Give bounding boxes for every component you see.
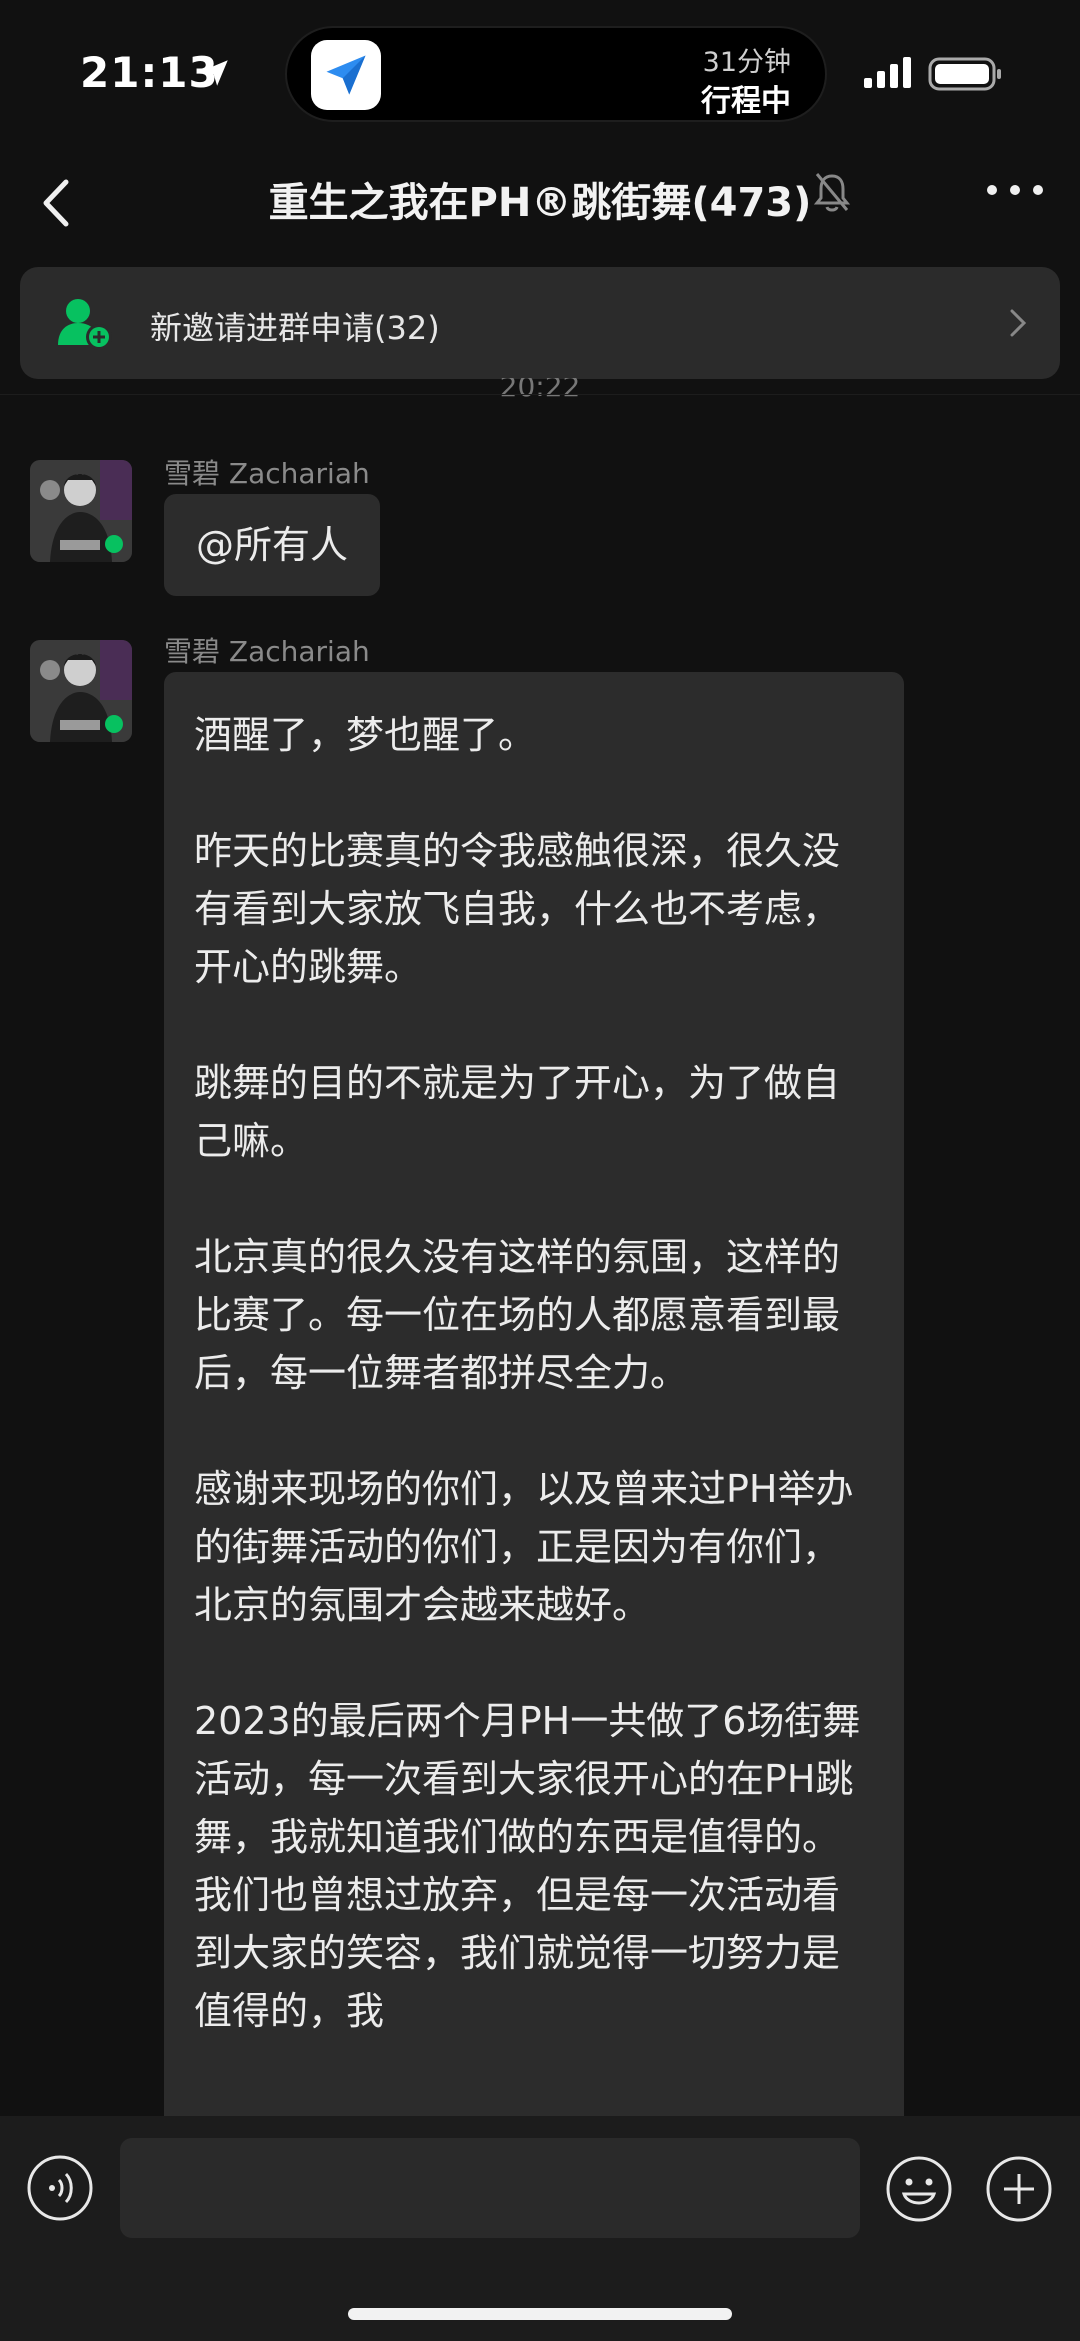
avatar[interactable]: [30, 640, 132, 742]
avatar-image: [30, 640, 132, 742]
home-indicator[interactable]: [348, 2308, 732, 2320]
page-title: 重生之我在PH®跳街舞(473): [268, 180, 812, 226]
status-bar: 21:13 31分钟 行程中: [0, 0, 1080, 150]
message-paragraph: 酒醒了，梦也醒了。: [194, 713, 537, 757]
message-input[interactable]: [120, 2138, 860, 2238]
add-member-icon: [58, 299, 112, 350]
emoji-icon[interactable]: [884, 2154, 954, 2224]
message-paragraph: 昨天的比赛真的令我感触很深，很久没有看到大家放飞自我，什么也不考虑，开心的跳舞。: [194, 829, 841, 989]
trip-duration: 31分钟: [702, 47, 791, 78]
message-paragraph: 2023的最后两个月PH一共做了6场街舞活动，每一次看到大家很开心的在PH跳舞，…: [194, 1699, 861, 2033]
group-invite-banner[interactable]: 新邀请进群申请(32): [20, 267, 1060, 379]
sender-name: 雪碧 Zachariah: [164, 457, 370, 490]
trip-status: 行程中: [701, 84, 791, 119]
message-paragraph: 北京真的很久没有这样的氛围，这样的比赛了。每一位在场的人都愿意看到最后，每一位舞…: [194, 1235, 841, 1395]
message-paragraph: 感谢来现场的你们，以及曾来过PH举办的街舞活动的你们，正是因为有你们，北京的氛围…: [194, 1467, 854, 1627]
message-timestamp: 20:22: [499, 378, 581, 403]
invite-request-text: 新邀请进群申请(32): [150, 309, 440, 347]
location-arrow-icon: [202, 60, 228, 86]
mute-bell-icon: [813, 173, 851, 212]
chevron-right-icon: [1010, 309, 1027, 337]
divider: [0, 394, 1080, 395]
message-bubble[interactable]: @所有人: [164, 494, 381, 596]
dynamic-island[interactable]: 31分钟 行程中: [285, 26, 827, 122]
battery-icon: [928, 57, 1001, 91]
more-functions-icon[interactable]: [984, 2154, 1054, 2224]
message-bubble[interactable]: 酒醒了，梦也醒了。 昨天的比赛真的令我感触很深，很久没有看到大家放飞自我，什么也…: [164, 672, 904, 2132]
voice-input-icon[interactable]: [26, 2154, 94, 2222]
navigation-app-icon: [311, 40, 381, 110]
message-paragraph: 跳舞的目的不就是为了开心，为了做自己嘛。: [194, 1061, 841, 1163]
more-options-icon[interactable]: [980, 170, 1050, 210]
cellular-signal-icon: [864, 57, 911, 88]
sender-name: 雪碧 Zachariah: [164, 635, 370, 668]
avatar[interactable]: [30, 460, 132, 562]
chat-input-bar: [0, 2116, 1080, 2341]
chat-header: 重生之我在PH®跳街舞(473): [0, 150, 1080, 260]
avatar-image: [30, 460, 132, 562]
